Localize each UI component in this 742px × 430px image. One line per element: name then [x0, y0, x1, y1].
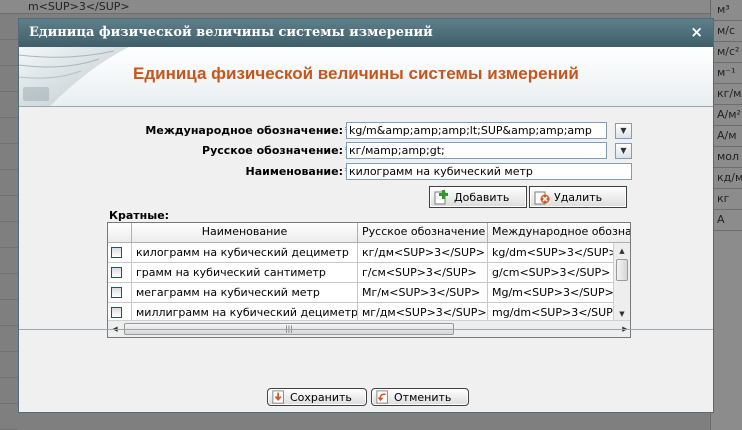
grid-header-ru[interactable]: Русское обозначение	[358, 223, 488, 243]
intl-designation-dropdown-button[interactable]: ▼	[615, 123, 632, 139]
dialog-title: Единица физической величины системы изме…	[29, 25, 433, 40]
intl-designation-input[interactable]: kg/m&amp;amp;amp;lt;SUP&amp;amp;amp	[346, 122, 607, 139]
unit-dialog: Единица физической величины системы изме…	[18, 18, 714, 413]
dialog-titlebar[interactable]: Единица физической величины системы изме…	[19, 19, 713, 47]
multiples-grid: Наименование Русское обозначение Междуна…	[107, 222, 631, 338]
background-unit-cell: м³	[711, 0, 742, 21]
background-left-strip	[0, 14, 18, 430]
cancel-icon	[376, 390, 388, 404]
name-label-text: Наименование:	[245, 165, 344, 178]
add-button-label: Добавить	[454, 190, 510, 204]
row-name: мегаграмм на кубический метр	[132, 283, 358, 303]
grid-header-name[interactable]: Наименование	[132, 223, 358, 243]
background-header-text: m<SUP>3</SUP>	[28, 0, 130, 13]
grid-vertical-scroll-thumb[interactable]	[616, 259, 628, 281]
row-name: килограмм на кубический дециметр	[132, 243, 358, 263]
grid-header-intl[interactable]: Международное обозна	[488, 223, 630, 243]
row-checkbox-cell	[108, 243, 132, 263]
save-icon	[272, 390, 284, 404]
table-row[interactable]: грамм на кубический сантиметр г/см<SUP>3…	[108, 263, 615, 283]
grid-header-checkbox-column	[108, 223, 132, 243]
background-header-row: m<SUP>3</SUP>	[0, 0, 710, 14]
dialog-banner: Единица физической величины системы изме…	[19, 47, 713, 107]
grid-vertical-scrollbar[interactable]: ▲ ▼	[613, 243, 630, 322]
background-unit-cell: кг	[711, 189, 742, 210]
background-unit-cell: м/с	[711, 21, 742, 42]
multiples-label: Кратные:	[109, 209, 170, 222]
add-icon	[434, 190, 448, 205]
ru-designation-label-text: Русское обозначение:	[202, 144, 343, 157]
row-intl: Mg/m<SUP>3</SUP>	[488, 283, 615, 303]
chevron-down-icon: ▼	[620, 146, 627, 155]
background-units-column: м³ м/с м/с² м⁻¹ кг/м А/м² А/м мол кд/м к…	[710, 0, 742, 430]
chevron-down-icon: ▼	[620, 126, 627, 135]
footer-separator	[19, 329, 713, 330]
background-unit-cell: кг/м	[711, 84, 742, 105]
background-unit-cell: мол	[711, 147, 742, 168]
ru-designation-input[interactable]: кг/мamp;amp;gt;	[346, 142, 607, 159]
delete-button-label: Удалить	[554, 190, 603, 204]
cancel-button-label: Отменить	[394, 390, 452, 404]
intl-designation-label-text: Международное обозначение:	[145, 124, 343, 137]
close-icon[interactable]: ×	[690, 23, 703, 41]
row-ru: г/см<SUP>3</SUP>	[358, 263, 488, 283]
banner-title: Единица физической величины системы изме…	[133, 64, 579, 83]
background-unit-cell: кд/м	[711, 168, 742, 189]
row-ru: кг/дм<SUP>3</SUP>	[358, 243, 488, 263]
row-checkbox[interactable]	[111, 307, 122, 318]
row-checkbox[interactable]	[111, 267, 122, 278]
scroll-up-icon[interactable]: ▲	[614, 243, 630, 259]
row-checkbox[interactable]	[111, 287, 122, 298]
row-name: грамм на кубический сантиметр	[132, 263, 358, 283]
table-row[interactable]: мегаграмм на кубический метр Мг/м<SUP>3<…	[108, 283, 615, 303]
row-intl: g/cm<SUP>3</SUP>	[488, 263, 615, 283]
save-button-label: Сохранить	[290, 390, 352, 404]
table-row[interactable]: килограмм на кубический дециметр кг/дм<S…	[108, 243, 615, 263]
cancel-button[interactable]: Отменить	[371, 388, 469, 406]
delete-button[interactable]: Удалить	[529, 186, 627, 208]
row-checkbox-cell	[108, 283, 132, 303]
save-button[interactable]: Сохранить	[267, 388, 367, 406]
background-unit-cell: м⁻¹	[711, 63, 742, 84]
ru-designation-dropdown-button[interactable]: ▼	[615, 143, 632, 159]
intl-designation-label: Международное обозначение:	[145, 124, 343, 137]
name-label: Наименование:	[246, 165, 344, 178]
grid-header: Наименование Русское обозначение Междуна…	[108, 223, 630, 243]
row-checkbox-cell	[108, 263, 132, 283]
ru-designation-label: Русское обозначение:	[202, 144, 343, 157]
background-unit-cell: А/м	[711, 126, 742, 147]
background-unit-cell: А/м²	[711, 105, 742, 126]
name-input[interactable]: килограмм на кубический метр	[346, 163, 632, 180]
add-button[interactable]: Добавить	[429, 186, 527, 208]
form-area: Международное обозначение: * kg/m&amp;am…	[19, 107, 713, 417]
row-checkbox[interactable]	[111, 247, 122, 258]
row-intl: kg/dm<SUP>3</SUP>	[488, 243, 615, 263]
row-ru: Мг/м<SUP>3</SUP>	[358, 283, 488, 303]
background-unit-cell: А	[711, 210, 742, 231]
background-unit-cell: м/с²	[711, 42, 742, 63]
delete-icon	[534, 191, 550, 205]
